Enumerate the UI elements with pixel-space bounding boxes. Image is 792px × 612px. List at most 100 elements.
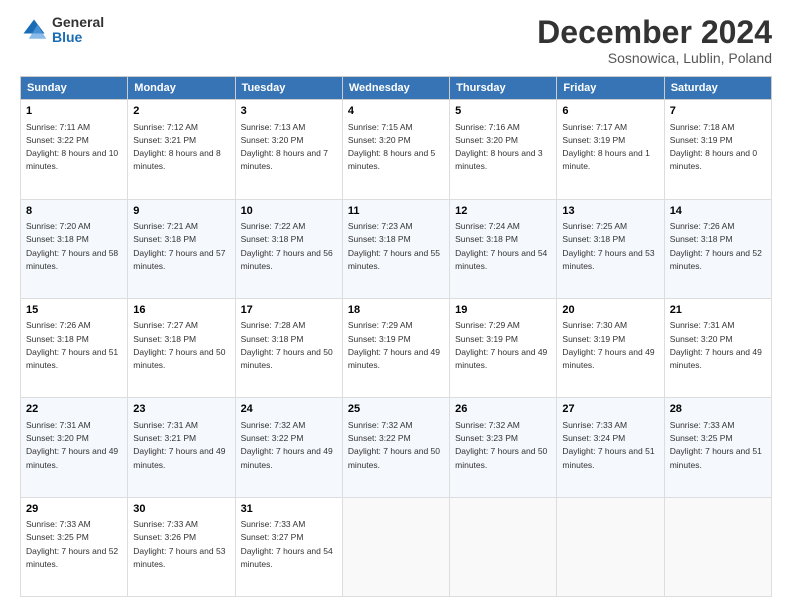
logo-general: General	[52, 15, 104, 30]
day-number: 6	[562, 104, 658, 119]
day-info: Sunrise: 7:22 AMSunset: 3:18 PMDaylight:…	[241, 221, 333, 271]
day-number: 1	[26, 104, 122, 119]
day-number: 9	[133, 204, 229, 219]
logo-icon	[20, 16, 48, 44]
month-title: December 2024	[537, 15, 772, 50]
day-number: 4	[348, 104, 444, 119]
day-cell: 24 Sunrise: 7:32 AMSunset: 3:22 PMDayligh…	[235, 398, 342, 497]
day-number: 12	[455, 204, 551, 219]
day-number: 13	[562, 204, 658, 219]
day-number: 26	[455, 402, 551, 417]
col-thursday: Thursday	[450, 77, 557, 100]
col-saturday: Saturday	[664, 77, 771, 100]
day-number: 21	[670, 303, 766, 318]
day-cell: 28Sunrise: 7:33 AMSunset: 3:25 PMDayligh…	[664, 398, 771, 497]
logo-blue: Blue	[52, 30, 104, 45]
day-cell: 12 Sunrise: 7:24 AMSunset: 3:18 PMDayligh…	[450, 199, 557, 298]
week-row-4: 22 Sunrise: 7:31 AMSunset: 3:20 PMDayligh…	[21, 398, 772, 497]
day-info: Sunrise: 7:33 AMSunset: 3:24 PMDaylight:…	[562, 420, 654, 470]
col-monday: Monday	[128, 77, 235, 100]
day-info: Sunrise: 7:31 AMSunset: 3:20 PMDaylight:…	[26, 420, 118, 470]
day-cell: 21Sunrise: 7:31 AMSunset: 3:20 PMDayligh…	[664, 298, 771, 397]
day-number: 5	[455, 104, 551, 119]
day-cell: 26 Sunrise: 7:32 AMSunset: 3:23 PMDayligh…	[450, 398, 557, 497]
day-number: 30	[133, 502, 229, 517]
day-number: 25	[348, 402, 444, 417]
day-info: Sunrise: 7:15 AMSunset: 3:20 PMDaylight:…	[348, 122, 435, 172]
day-number: 22	[26, 402, 122, 417]
col-friday: Friday	[557, 77, 664, 100]
day-number: 31	[241, 502, 337, 517]
location-subtitle: Sosnowica, Lublin, Poland	[537, 50, 772, 66]
day-info: Sunrise: 7:33 AMSunset: 3:26 PMDaylight:…	[133, 519, 225, 569]
day-cell: 18 Sunrise: 7:29 AMSunset: 3:19 PMDayligh…	[342, 298, 449, 397]
day-info: Sunrise: 7:32 AMSunset: 3:23 PMDaylight:…	[455, 420, 547, 470]
day-cell: 4 Sunrise: 7:15 AMSunset: 3:20 PMDaylight…	[342, 100, 449, 199]
day-info: Sunrise: 7:18 AMSunset: 3:19 PMDaylight:…	[670, 122, 757, 172]
calendar-table: Sunday Monday Tuesday Wednesday Thursday…	[20, 76, 772, 597]
title-block: December 2024 Sosnowica, Lublin, Poland	[537, 15, 772, 66]
logo-text: General Blue	[52, 15, 104, 46]
day-info: Sunrise: 7:29 AMSunset: 3:19 PMDaylight:…	[348, 320, 440, 370]
day-number: 15	[26, 303, 122, 318]
week-row-2: 8 Sunrise: 7:20 AMSunset: 3:18 PMDaylight…	[21, 199, 772, 298]
day-cell: 5Sunrise: 7:16 AMSunset: 3:20 PMDaylight…	[450, 100, 557, 199]
day-number: 20	[562, 303, 658, 318]
day-number: 29	[26, 502, 122, 517]
day-info: Sunrise: 7:31 AMSunset: 3:21 PMDaylight:…	[133, 420, 225, 470]
day-number: 8	[26, 204, 122, 219]
week-row-5: 29 Sunrise: 7:33 AMSunset: 3:25 PMDayligh…	[21, 497, 772, 596]
day-cell: 10 Sunrise: 7:22 AMSunset: 3:18 PMDayligh…	[235, 199, 342, 298]
col-sunday: Sunday	[21, 77, 128, 100]
day-info: Sunrise: 7:26 AMSunset: 3:18 PMDaylight:…	[670, 221, 762, 271]
day-info: Sunrise: 7:11 AMSunset: 3:22 PMDaylight:…	[26, 122, 118, 172]
day-cell	[342, 497, 449, 596]
week-row-3: 15 Sunrise: 7:26 AMSunset: 3:18 PMDayligh…	[21, 298, 772, 397]
day-cell: 25 Sunrise: 7:32 AMSunset: 3:22 PMDayligh…	[342, 398, 449, 497]
day-info: Sunrise: 7:27 AMSunset: 3:18 PMDaylight:…	[133, 320, 225, 370]
day-cell: 27 Sunrise: 7:33 AMSunset: 3:24 PMDayligh…	[557, 398, 664, 497]
day-number: 7	[670, 104, 766, 119]
day-number: 18	[348, 303, 444, 318]
day-cell: 17Sunrise: 7:28 AMSunset: 3:18 PMDayligh…	[235, 298, 342, 397]
week-row-1: 1 Sunrise: 7:11 AMSunset: 3:22 PMDaylight…	[21, 100, 772, 199]
day-info: Sunrise: 7:20 AMSunset: 3:18 PMDaylight:…	[26, 221, 118, 271]
day-cell: 19Sunrise: 7:29 AMSunset: 3:19 PMDayligh…	[450, 298, 557, 397]
day-info: Sunrise: 7:17 AMSunset: 3:19 PMDaylight:…	[562, 122, 649, 172]
day-cell	[664, 497, 771, 596]
day-info: Sunrise: 7:32 AMSunset: 3:22 PMDaylight:…	[348, 420, 440, 470]
day-cell: 20Sunrise: 7:30 AMSunset: 3:19 PMDayligh…	[557, 298, 664, 397]
logo: General Blue	[20, 15, 104, 46]
day-number: 10	[241, 204, 337, 219]
day-cell: 31 Sunrise: 7:33 AMSunset: 3:27 PMDayligh…	[235, 497, 342, 596]
day-cell: 9 Sunrise: 7:21 AMSunset: 3:18 PMDaylight…	[128, 199, 235, 298]
day-cell	[557, 497, 664, 596]
day-number: 2	[133, 104, 229, 119]
day-number: 14	[670, 204, 766, 219]
day-info: Sunrise: 7:24 AMSunset: 3:18 PMDaylight:…	[455, 221, 547, 271]
day-cell: 13Sunrise: 7:25 AMSunset: 3:18 PMDayligh…	[557, 199, 664, 298]
header-row: Sunday Monday Tuesday Wednesday Thursday…	[21, 77, 772, 100]
calendar-header: Sunday Monday Tuesday Wednesday Thursday…	[21, 77, 772, 100]
day-cell: 7 Sunrise: 7:18 AMSunset: 3:19 PMDaylight…	[664, 100, 771, 199]
day-number: 23	[133, 402, 229, 417]
day-cell: 30 Sunrise: 7:33 AMSunset: 3:26 PMDayligh…	[128, 497, 235, 596]
day-number: 3	[241, 104, 337, 119]
day-info: Sunrise: 7:33 AMSunset: 3:25 PMDaylight:…	[26, 519, 118, 569]
day-info: Sunrise: 7:33 AMSunset: 3:27 PMDaylight:…	[241, 519, 333, 569]
day-cell: 8 Sunrise: 7:20 AMSunset: 3:18 PMDaylight…	[21, 199, 128, 298]
day-info: Sunrise: 7:26 AMSunset: 3:18 PMDaylight:…	[26, 320, 118, 370]
col-tuesday: Tuesday	[235, 77, 342, 100]
page: General Blue December 2024 Sosnowica, Lu…	[0, 0, 792, 612]
day-number: 24	[241, 402, 337, 417]
day-cell: 14 Sunrise: 7:26 AMSunset: 3:18 PMDayligh…	[664, 199, 771, 298]
day-cell: 15 Sunrise: 7:26 AMSunset: 3:18 PMDayligh…	[21, 298, 128, 397]
day-info: Sunrise: 7:29 AMSunset: 3:19 PMDaylight:…	[455, 320, 547, 370]
day-number: 27	[562, 402, 658, 417]
day-info: Sunrise: 7:21 AMSunset: 3:18 PMDaylight:…	[133, 221, 225, 271]
day-number: 28	[670, 402, 766, 417]
day-cell: 6 Sunrise: 7:17 AMSunset: 3:19 PMDaylight…	[557, 100, 664, 199]
day-number: 11	[348, 204, 444, 219]
day-info: Sunrise: 7:32 AMSunset: 3:22 PMDaylight:…	[241, 420, 333, 470]
day-info: Sunrise: 7:23 AMSunset: 3:18 PMDaylight:…	[348, 221, 440, 271]
